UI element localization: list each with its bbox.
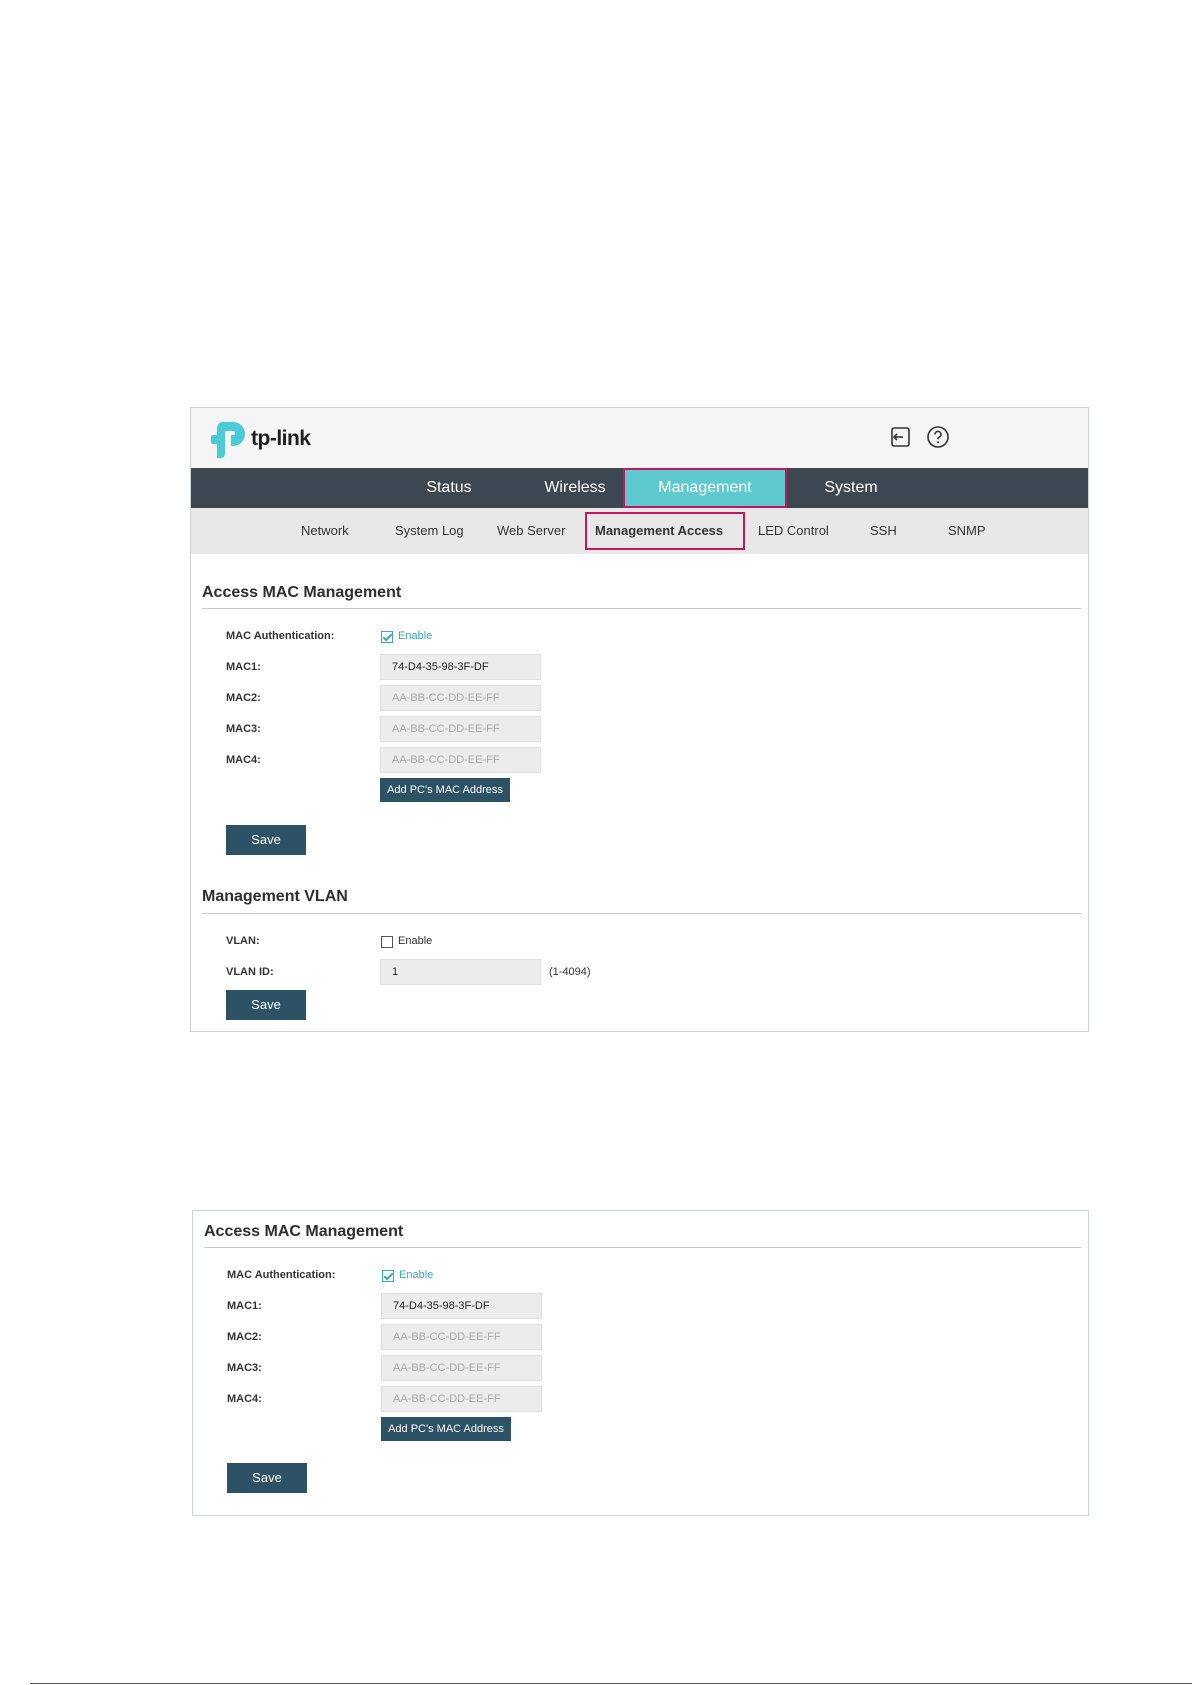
app-header: tp-link	[191, 408, 1088, 468]
sub-nav: Network System Log Web Server Management…	[191, 508, 1088, 554]
subtab-web-server[interactable]: Web Server	[497, 508, 565, 554]
add-pc-mac-address-button[interactable]: Add PC's MAC Address	[380, 778, 510, 802]
management-access-screenshot: tp-link Status Wireless Management Syste…	[190, 407, 1089, 1032]
tab-management[interactable]: Management	[623, 468, 787, 508]
tab-system[interactable]: System	[791, 468, 911, 508]
mac2-input[interactable]: AA-BB-CC-DD-EE-FF	[381, 1324, 542, 1350]
section-title-access-mac: Access MAC Management	[202, 584, 402, 601]
tab-status[interactable]: Status	[389, 468, 509, 508]
tab-wireless[interactable]: Wireless	[515, 468, 635, 508]
mac4-input[interactable]: AA-BB-CC-DD-EE-FF	[380, 747, 541, 773]
section-title-management-vlan: Management VLAN	[202, 888, 348, 905]
save-button-access-mac[interactable]: Save	[227, 1463, 307, 1493]
subtab-snmp[interactable]: SNMP	[948, 508, 986, 554]
mac4-input[interactable]: AA-BB-CC-DD-EE-FF	[381, 1386, 542, 1412]
save-button-access-mac[interactable]: Save	[226, 825, 306, 855]
mac4-label: MAC4:	[226, 754, 261, 766]
mac2-label: MAC2:	[227, 1331, 262, 1343]
mac-authentication-checkbox[interactable]	[382, 1270, 394, 1282]
vlan-enable-checkbox[interactable]	[381, 936, 393, 948]
subtab-led-control[interactable]: LED Control	[758, 508, 829, 554]
save-button-management-vlan[interactable]: Save	[226, 990, 306, 1020]
mac2-input[interactable]: AA-BB-CC-DD-EE-FF	[380, 685, 541, 711]
vlan-id-label: VLAN ID:	[226, 966, 274, 978]
add-pc-mac-address-button[interactable]: Add PC's MAC Address	[381, 1417, 511, 1441]
access-mac-management-screenshot: Access MAC Management MAC Authentication…	[192, 1210, 1089, 1516]
mac-authentication-enable-label: Enable	[399, 1269, 434, 1281]
vlan-id-input[interactable]: 1	[380, 959, 541, 985]
mac4-label: MAC4:	[227, 1393, 262, 1405]
mac1-label: MAC1:	[226, 661, 261, 673]
subtab-network[interactable]: Network	[301, 508, 349, 554]
subtab-management-access[interactable]: Management Access	[585, 512, 745, 550]
mac1-label: MAC1:	[227, 1300, 262, 1312]
mac1-input[interactable]: 74-D4-35-98-3F-DF	[380, 654, 541, 680]
tp-link-logo-icon	[211, 422, 245, 458]
mac-authentication-label: MAC Authentication:	[227, 1269, 336, 1281]
vlan-id-range-hint: (1-4094)	[549, 966, 591, 978]
section-divider	[202, 608, 1081, 609]
tp-link-logo: tp-link	[211, 420, 311, 458]
vlan-label: VLAN:	[226, 935, 260, 947]
mac3-input[interactable]: AA-BB-CC-DD-EE-FF	[380, 716, 541, 742]
logo-text: tp-link	[251, 427, 311, 450]
section-divider	[202, 913, 1081, 914]
subtab-system-log[interactable]: System Log	[395, 508, 464, 554]
vlan-enable-label: Enable	[398, 935, 433, 947]
mac3-label: MAC3:	[226, 723, 261, 735]
logout-icon[interactable]	[888, 425, 912, 449]
mac-authentication-checkbox[interactable]	[381, 631, 393, 643]
section-divider	[204, 1247, 1081, 1248]
section-title-access-mac: Access MAC Management	[204, 1223, 404, 1240]
page-bottom-rule	[30, 1683, 1192, 1684]
mac3-label: MAC3:	[227, 1362, 262, 1374]
help-icon[interactable]	[926, 425, 950, 449]
main-nav: Status Wireless Management System	[191, 468, 1088, 508]
mac-authentication-label: MAC Authentication:	[226, 630, 335, 642]
mac1-input[interactable]: 74-D4-35-98-3F-DF	[381, 1293, 542, 1319]
mac2-label: MAC2:	[226, 692, 261, 704]
mac-authentication-enable-label: Enable	[398, 630, 433, 642]
subtab-ssh[interactable]: SSH	[870, 508, 897, 554]
mac3-input[interactable]: AA-BB-CC-DD-EE-FF	[381, 1355, 542, 1381]
